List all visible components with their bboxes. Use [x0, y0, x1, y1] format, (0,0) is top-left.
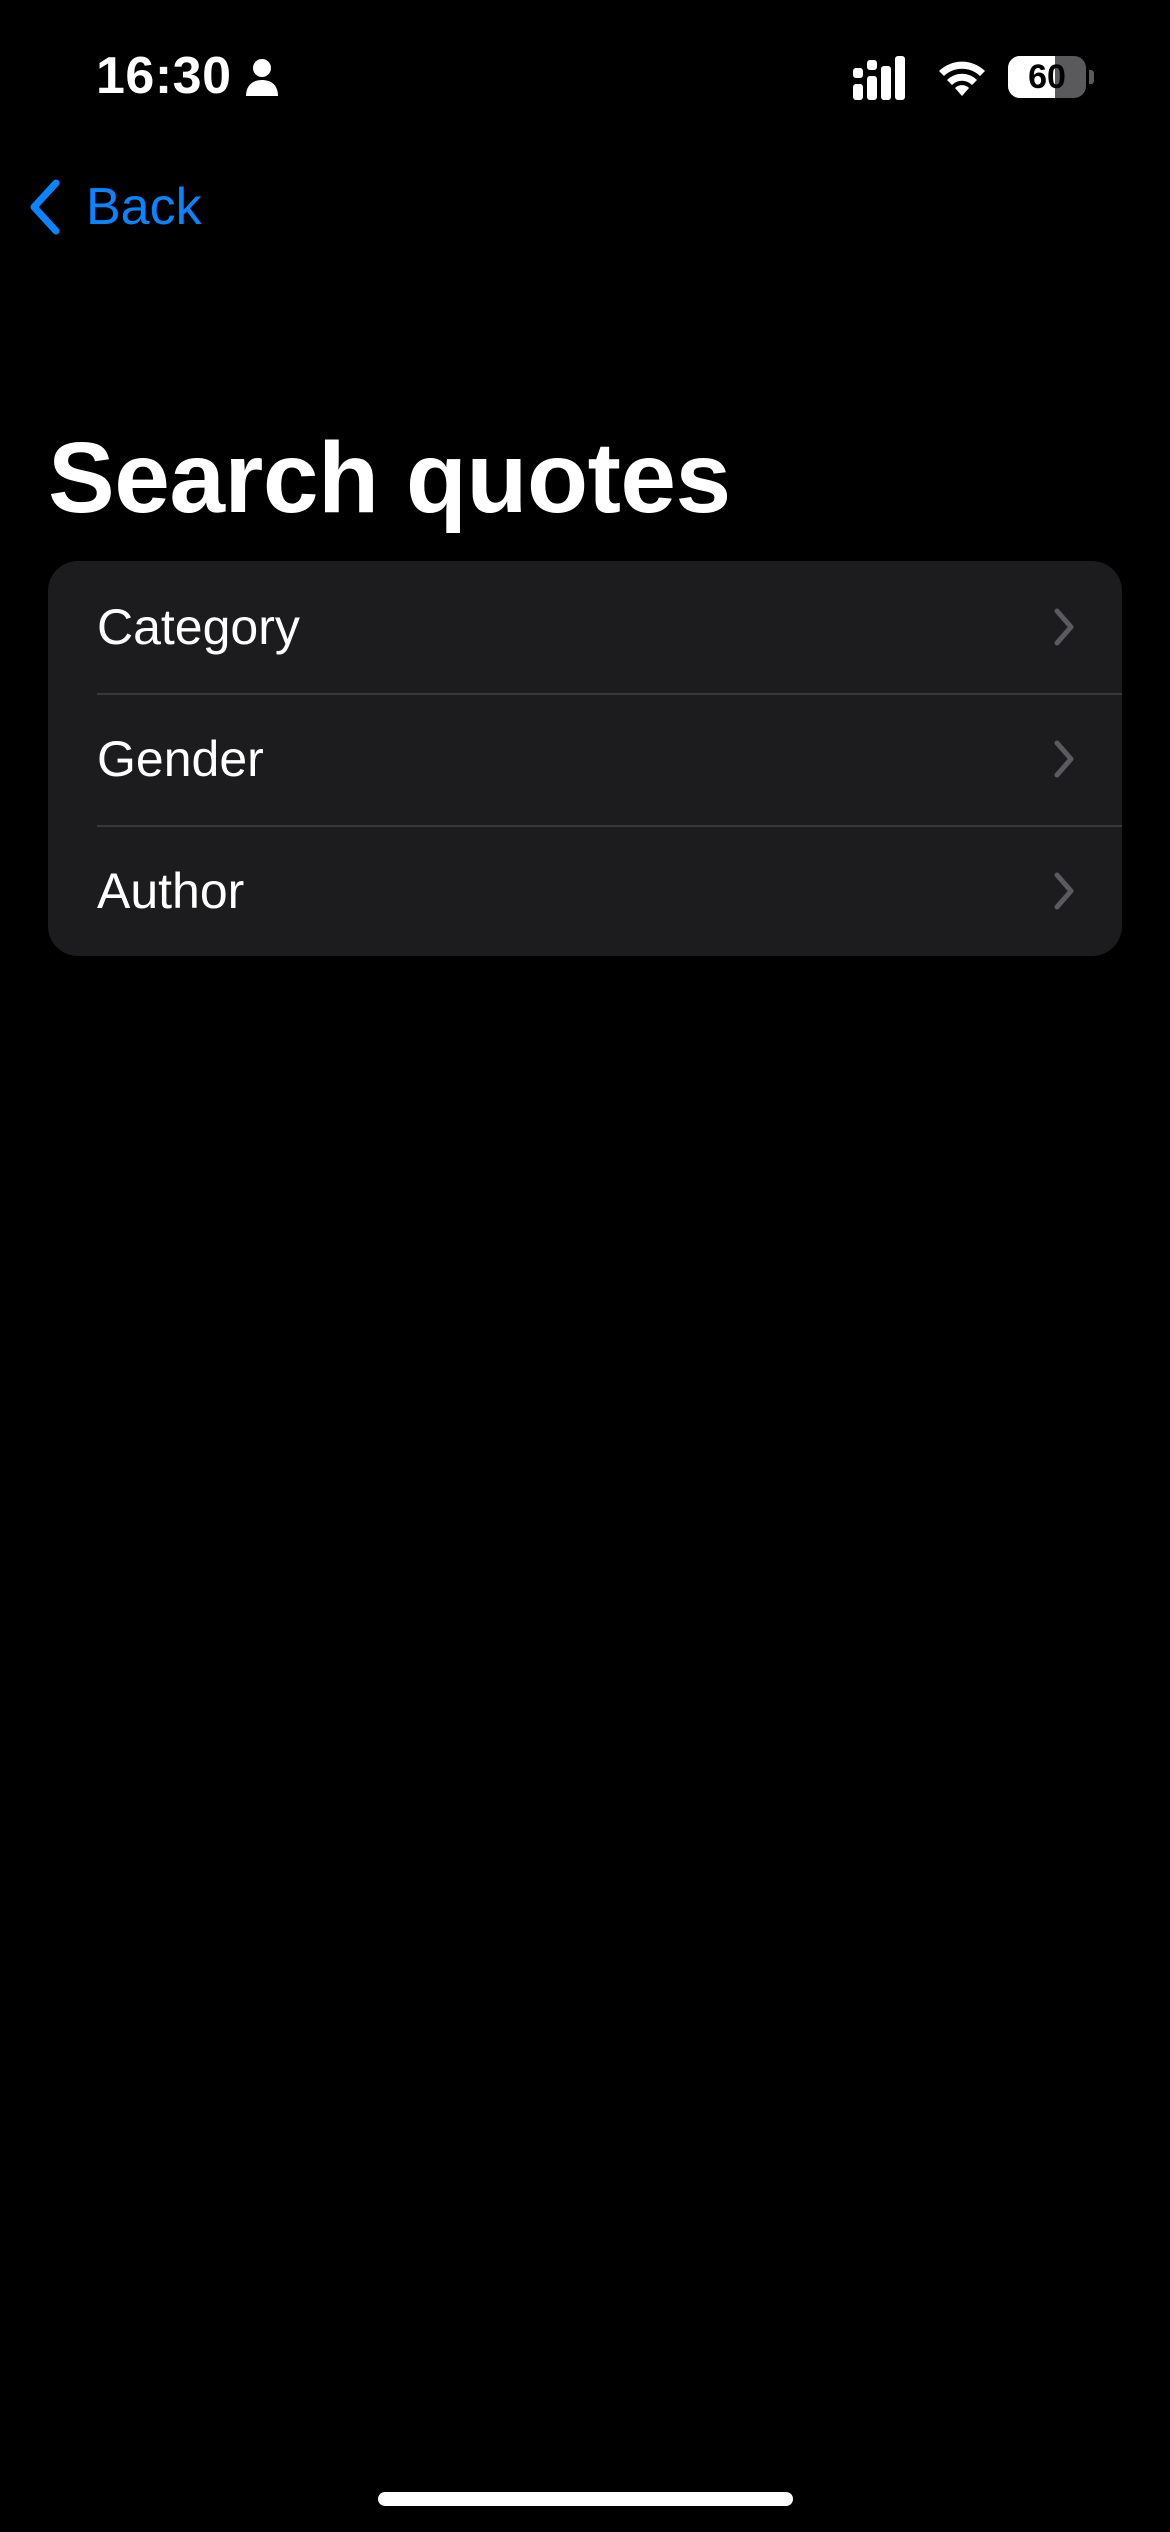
signal-icon	[853, 56, 905, 100]
back-button[interactable]: Back	[24, 172, 202, 242]
menu-item-author[interactable]: Author	[48, 825, 1122, 956]
chevron-left-icon	[30, 179, 60, 235]
battery-body: 60	[1008, 56, 1086, 98]
menu-list: Category Gender Author	[48, 561, 1122, 956]
battery-icon: 60	[1008, 56, 1094, 98]
menu-item-label: Author	[97, 863, 245, 919]
menu-item-category[interactable]: Category	[48, 561, 1122, 693]
chevron-right-icon	[1054, 608, 1074, 646]
battery-percent: 60	[1028, 58, 1066, 96]
chevron-right-icon	[1054, 872, 1074, 910]
menu-item-label: Category	[97, 599, 300, 655]
home-indicator[interactable]	[378, 2492, 793, 2506]
chevron-right-icon	[1054, 740, 1074, 778]
menu-item-gender[interactable]: Gender	[48, 693, 1122, 825]
screen: 16:30 60 Back Search quotes Category Gen…	[0, 0, 1170, 2532]
menu-item-label: Gender	[97, 731, 264, 787]
battery-cap	[1089, 70, 1094, 84]
status-time: 16:30	[96, 47, 232, 105]
back-label: Back	[86, 178, 202, 236]
wifi-icon	[939, 61, 985, 96]
page-title: Search quotes	[48, 422, 731, 534]
person-icon	[246, 59, 278, 96]
status-bar: 16:30 60	[0, 0, 1170, 150]
